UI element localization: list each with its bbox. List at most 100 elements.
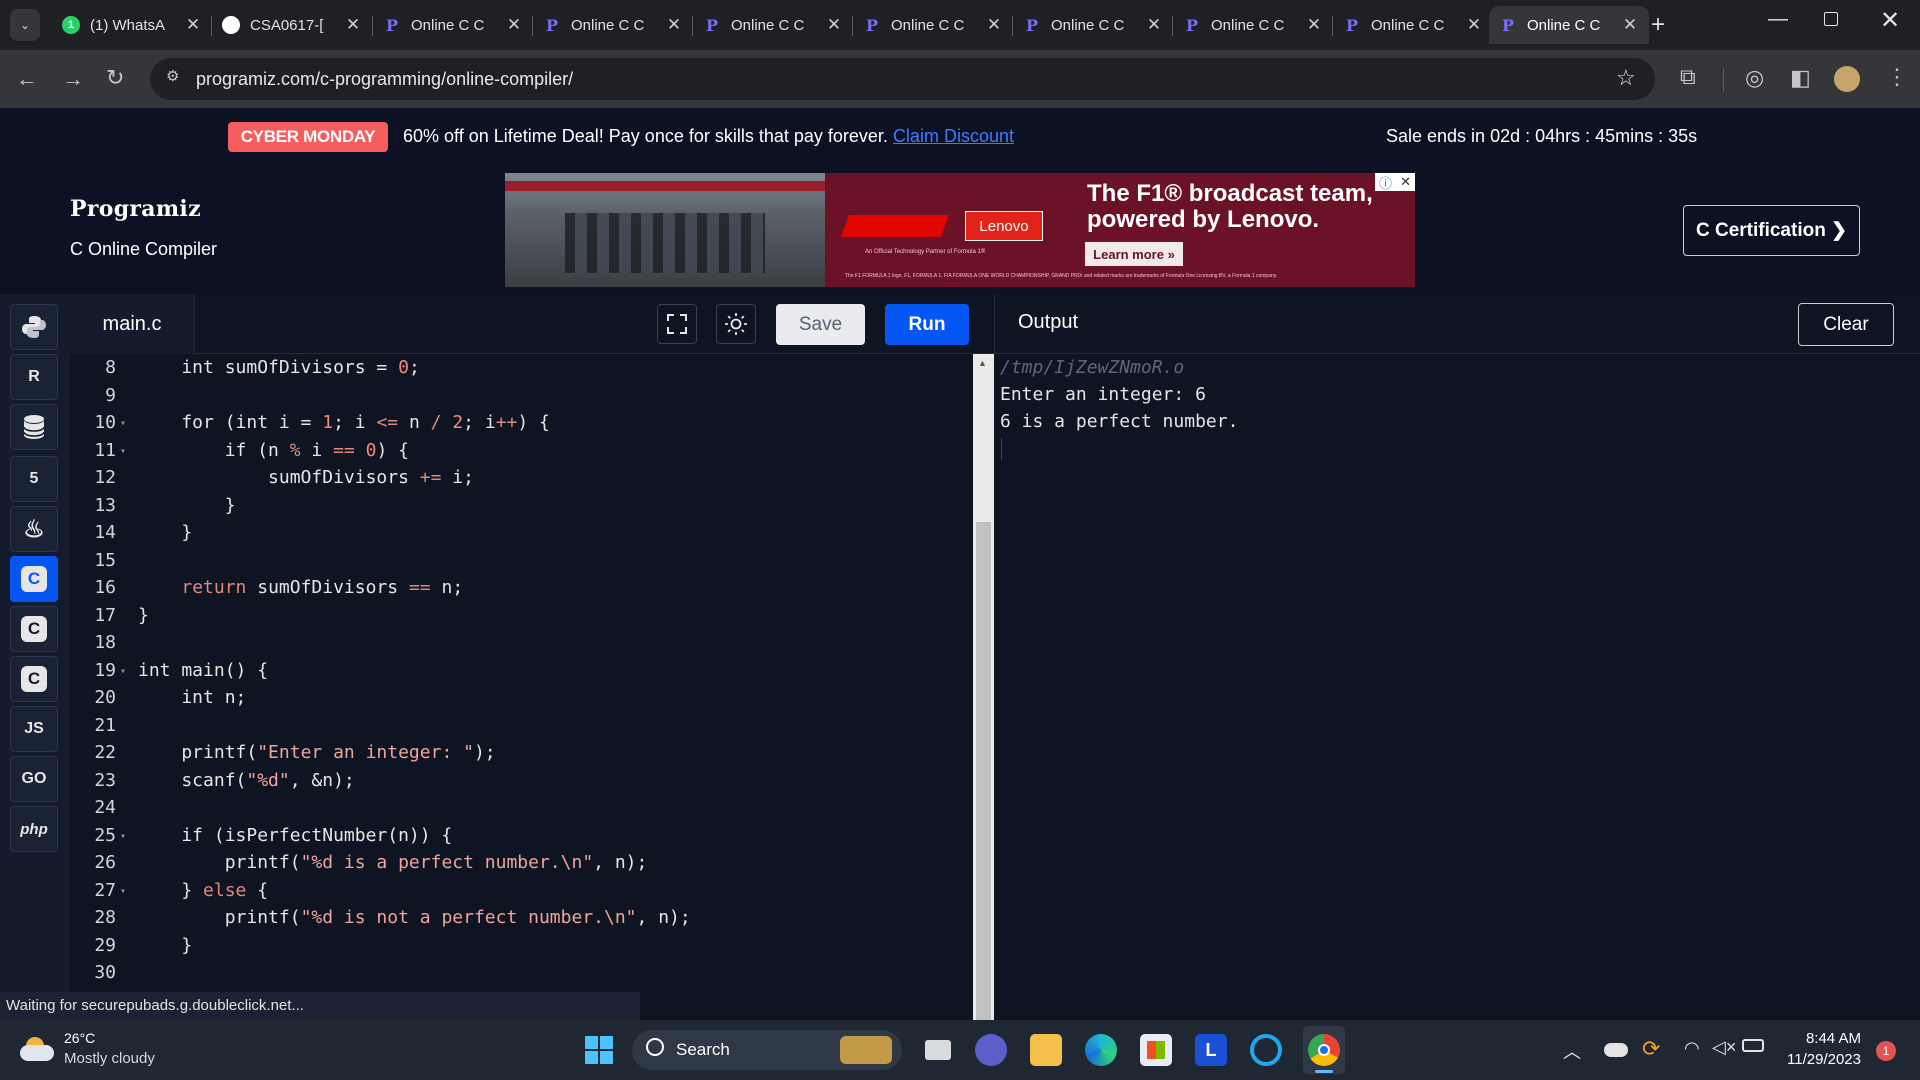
wifi-icon[interactable]: ◠: [1684, 1038, 1700, 1059]
c-icon[interactable]: C: [10, 556, 58, 602]
chrome-icon[interactable]: [1308, 1034, 1340, 1066]
tab-close-icon[interactable]: ✕: [505, 15, 523, 35]
meet-icon[interactable]: [975, 1034, 1007, 1066]
ad-choices-icon[interactable]: ⓘ: [1379, 173, 1392, 192]
onedrive-icon[interactable]: [1604, 1043, 1628, 1057]
fold-toggle-icon[interactable]: ▾: [116, 877, 130, 904]
tab-close-icon[interactable]: ✕: [1145, 15, 1163, 35]
address-bar[interactable]: ⚙ programiz.com/c-programming/online-com…: [150, 58, 1655, 100]
browser-tab[interactable]: P Online C C ✕: [373, 6, 533, 44]
forward-icon[interactable]: →: [62, 68, 84, 90]
clock-time[interactable]: 8:44 AM: [1805, 1030, 1861, 1047]
site-info-icon[interactable]: ⚙: [166, 67, 186, 87]
tab-close-icon[interactable]: ✕: [825, 15, 843, 35]
python-icon[interactable]: [10, 304, 58, 350]
new-tab-button[interactable]: +: [1651, 11, 1665, 39]
tab-close-icon[interactable]: ✕: [1305, 15, 1323, 35]
browser-tab[interactable]: P Online C C ✕: [853, 6, 1013, 44]
windows-start-icon[interactable]: [585, 1036, 613, 1064]
bookmark-star-icon[interactable]: ☆: [1616, 65, 1636, 91]
l-app-icon[interactable]: L: [1195, 1034, 1227, 1066]
csharp-label: C: [21, 666, 47, 692]
run-button[interactable]: Run: [885, 304, 969, 345]
performance-icon[interactable]: ◎: [1745, 67, 1764, 89]
save-button[interactable]: Save: [776, 304, 865, 345]
battery-icon[interactable]: [1742, 1039, 1764, 1052]
tab-close-icon[interactable]: ✕: [985, 15, 1003, 35]
mute-icon[interactable]: ◁×: [1712, 1037, 1736, 1058]
js-icon[interactable]: JS: [10, 706, 58, 752]
weather-widget[interactable]: [20, 1037, 56, 1063]
code-line: }: [138, 492, 236, 519]
task-view-icon[interactable]: [922, 1034, 954, 1066]
ad-choices-close[interactable]: ⓘ ✕: [1375, 173, 1415, 191]
tab-title: Online C C: [1051, 16, 1125, 34]
code-token: for (int i =: [138, 412, 323, 433]
tab-close-icon[interactable]: ✕: [665, 15, 683, 35]
menu-icon[interactable]: ⋮: [1886, 66, 1908, 88]
output-panel[interactable]: /tmp/IjZewZNmoR.o Enter an integer: 6 6 …: [994, 354, 1920, 992]
edge-icon[interactable]: [1085, 1034, 1117, 1066]
side-panel-icon[interactable]: ◧: [1790, 67, 1811, 89]
code-editor[interactable]: 8 int sumOfDivisors = 0; 9 10 ▾ for (int i …: [70, 354, 973, 1020]
code-token: );: [473, 742, 496, 763]
f1-lenovo-ad[interactable]: Lenovo An Official Technology Partner of…: [505, 173, 1415, 287]
theme-toggle-button[interactable]: [716, 304, 756, 344]
browser-tab[interactable]: 1 (1) WhatsA ✕: [52, 6, 212, 44]
minimize-icon[interactable]: —: [1768, 8, 1788, 31]
go-icon[interactable]: GO: [10, 756, 58, 802]
cortana-icon[interactable]: [1250, 1034, 1282, 1066]
tab-close-icon[interactable]: ✕: [344, 15, 362, 35]
cpp-icon[interactable]: C: [10, 606, 58, 652]
store-icon[interactable]: [1140, 1034, 1172, 1066]
fold-toggle-icon[interactable]: ▾: [116, 657, 130, 684]
file-explorer-icon[interactable]: [1030, 1034, 1062, 1066]
cyber-monday-badge: CYBER MONDAY: [228, 122, 388, 152]
r-icon[interactable]: R: [10, 354, 58, 400]
reload-icon[interactable]: ↻: [106, 67, 124, 89]
programiz-icon: P: [705, 15, 719, 35]
browser-tab[interactable]: P Online C C ✕: [1013, 6, 1173, 44]
code-token: , n);: [636, 907, 691, 928]
notification-badge[interactable]: 1: [1876, 1041, 1896, 1061]
scroll-up-arrow-icon[interactable]: ▲: [978, 358, 987, 368]
back-icon[interactable]: ←: [16, 68, 38, 90]
csharp-icon[interactable]: C: [10, 656, 58, 702]
c-certification-button[interactable]: C Certification ❯: [1683, 205, 1860, 256]
line-number: 17: [94, 604, 116, 626]
browser-tab[interactable]: CSA0617-[✕: [212, 6, 372, 44]
profile-avatar[interactable]: [1834, 66, 1860, 92]
extensions-icon[interactable]: ⧉: [1680, 66, 1696, 88]
taskbar-search[interactable]: Search: [632, 1030, 902, 1070]
editor-scrollbar-thumb[interactable]: [976, 522, 991, 1020]
tab-search-icon[interactable]: ⌄: [10, 9, 40, 41]
php-icon[interactable]: php: [10, 806, 58, 852]
tab-active[interactable]: P Online C C ✕: [1489, 6, 1649, 44]
close-window-icon[interactable]: ✕: [1880, 6, 1900, 35]
tab-close-icon[interactable]: ✕: [184, 15, 202, 35]
tab-close-icon[interactable]: ✕: [1621, 15, 1639, 35]
clear-button[interactable]: Clear: [1798, 303, 1894, 346]
tray-overflow-icon[interactable]: ︿: [1563, 1038, 1581, 1064]
sql-icon[interactable]: [10, 404, 58, 450]
fullscreen-button[interactable]: [657, 304, 697, 344]
sync-icon[interactable]: ⟳: [1642, 1036, 1660, 1062]
browser-tab[interactable]: P Online C C ✕: [693, 6, 853, 44]
fold-toggle-icon[interactable]: ▾: [116, 437, 130, 464]
file-tab[interactable]: main.c: [70, 294, 195, 354]
code-token: ==: [333, 439, 355, 461]
browser-tab[interactable]: P Online C C ✕: [1333, 6, 1493, 44]
claim-discount-link[interactable]: Claim Discount: [893, 126, 1014, 146]
fold-toggle-icon[interactable]: ▾: [116, 822, 130, 849]
fold-toggle-icon[interactable]: ▾: [116, 409, 130, 436]
browser-tab[interactable]: P Online C C ✕: [533, 6, 693, 44]
browser-tab[interactable]: P Online C C ✕: [1173, 6, 1333, 44]
tab-close-icon[interactable]: ✕: [1465, 15, 1483, 35]
clock-date[interactable]: 11/29/2023: [1778, 1051, 1861, 1068]
restore-icon[interactable]: [1824, 12, 1838, 26]
ad-learn-more-button[interactable]: Learn more »: [1085, 242, 1183, 266]
ad-close-icon[interactable]: ✕: [1400, 174, 1411, 190]
java-icon[interactable]: ♨: [10, 506, 58, 552]
html-icon[interactable]: 5: [10, 456, 58, 502]
programiz-logo[interactable]: Programiz: [70, 196, 201, 222]
